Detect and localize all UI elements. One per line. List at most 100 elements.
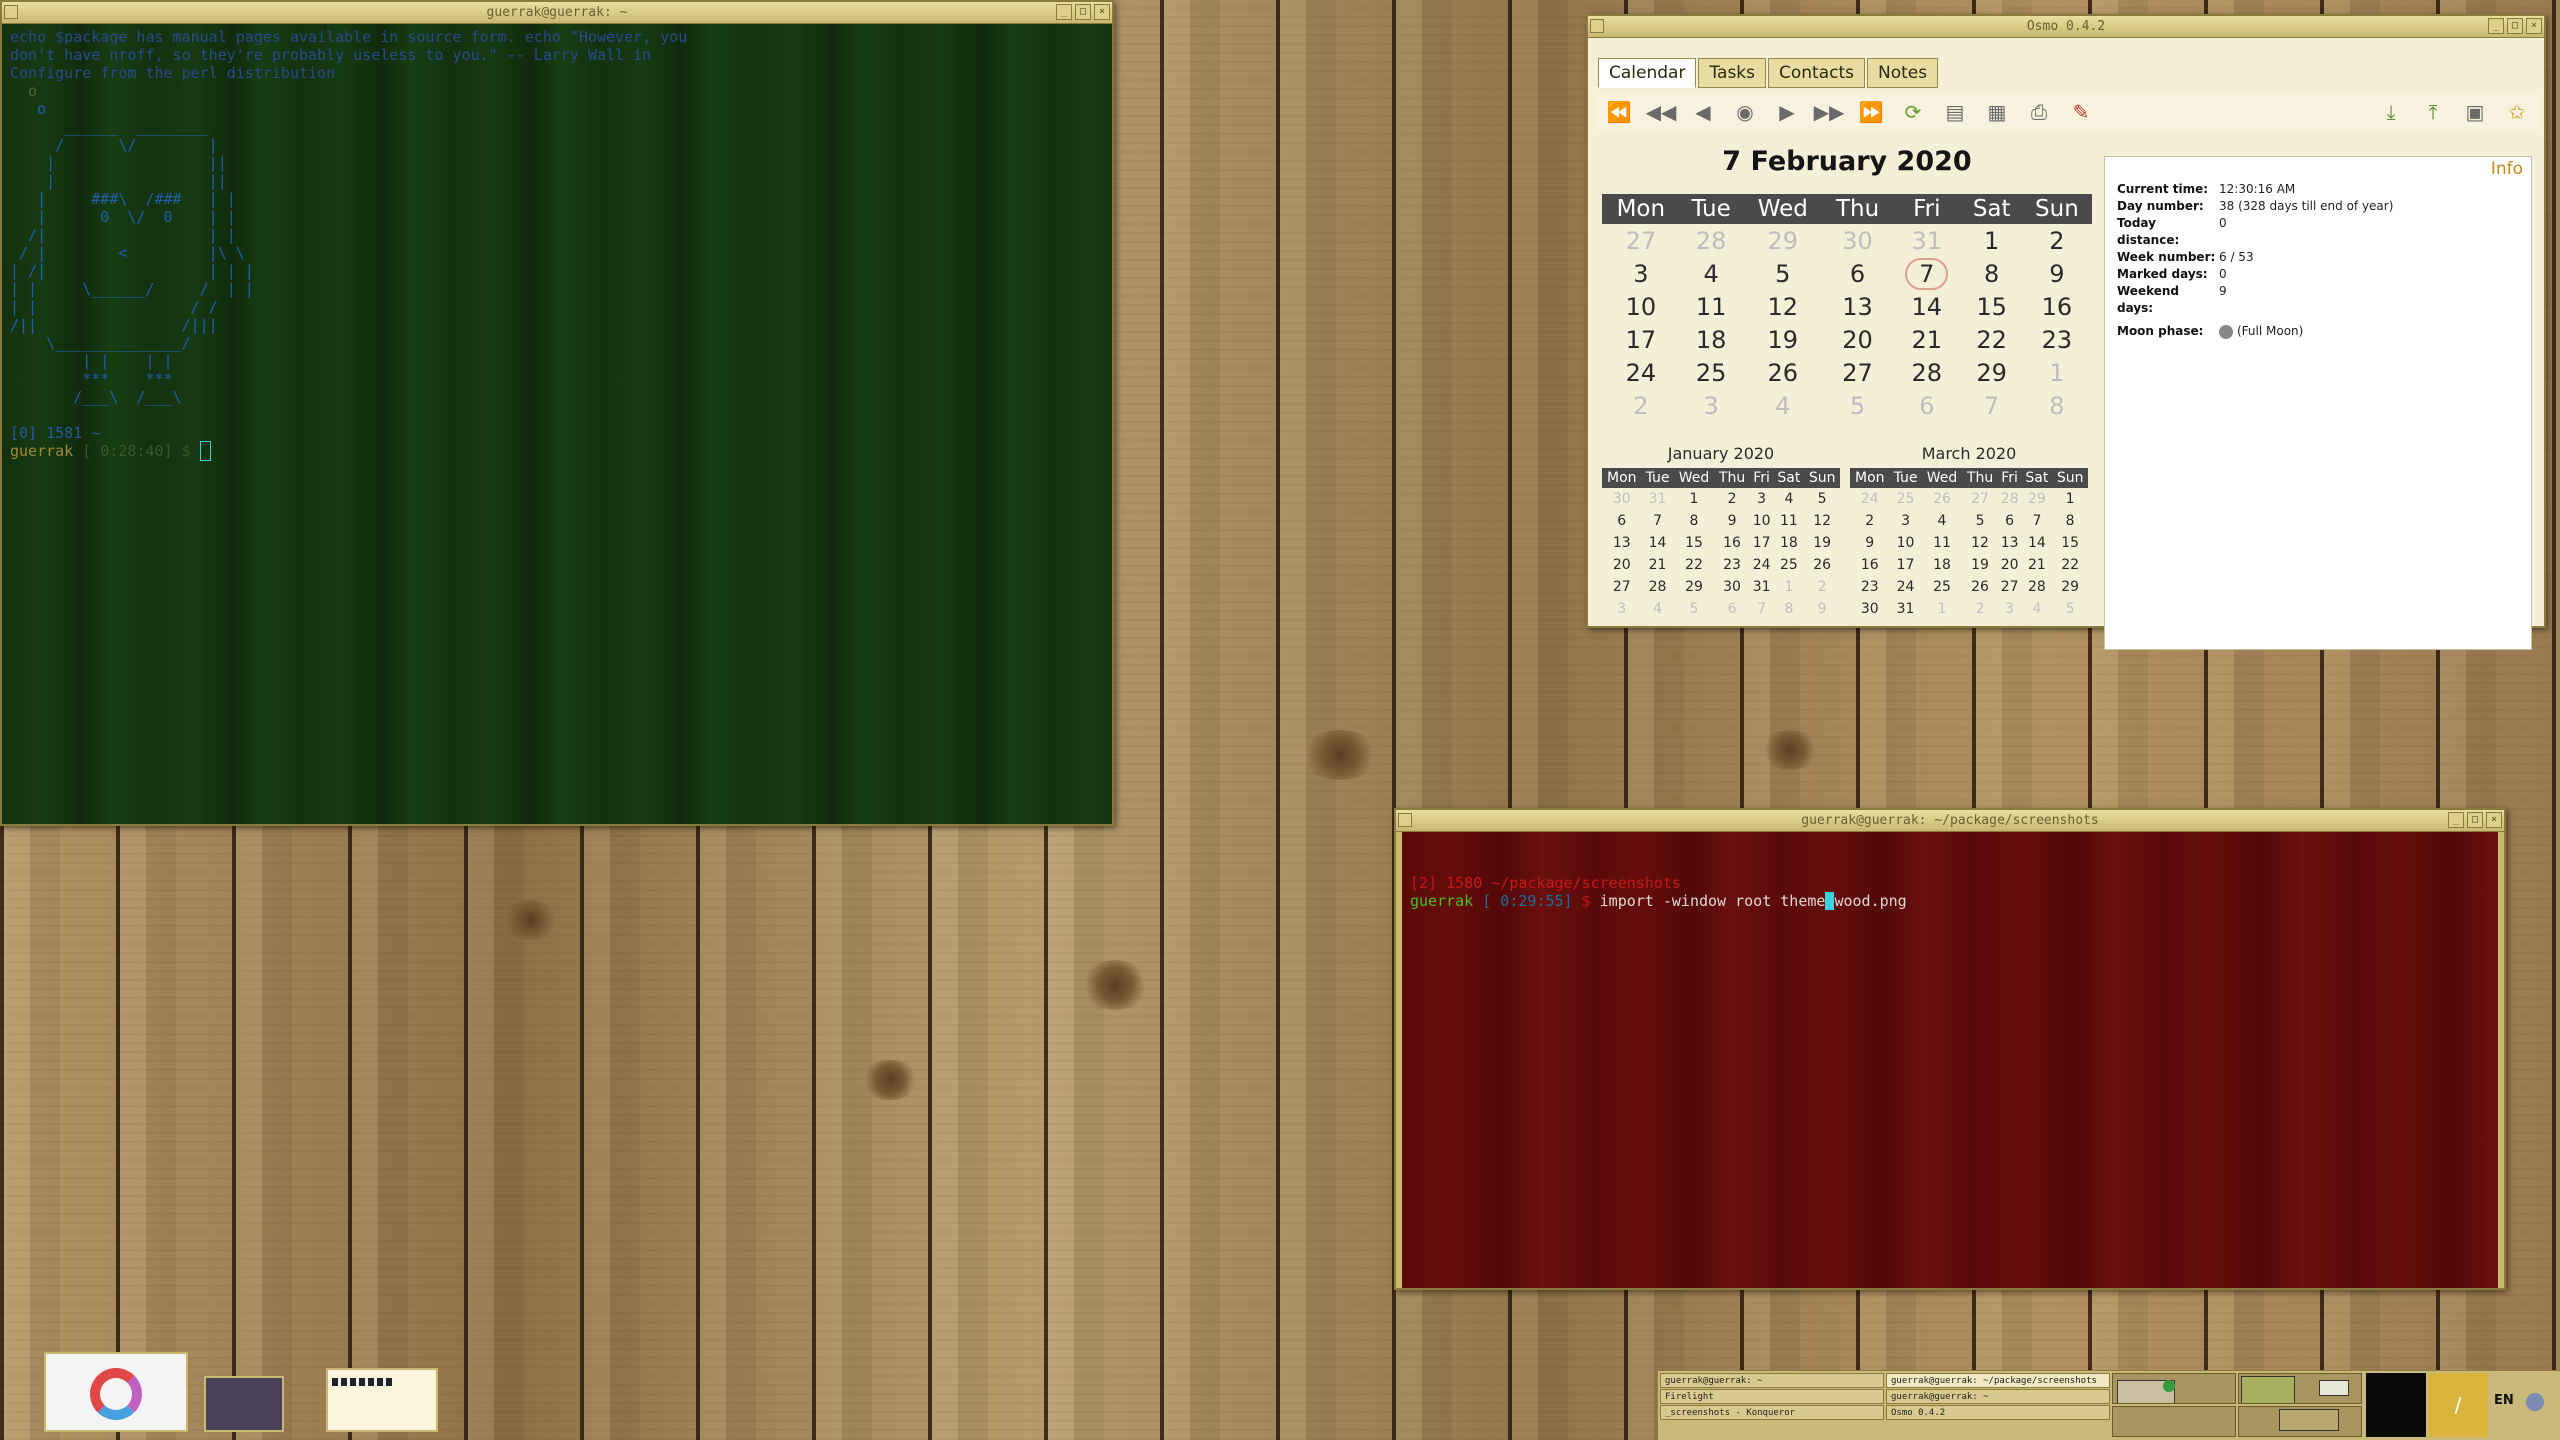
tab-tasks[interactable]: Tasks	[1698, 58, 1766, 88]
close-button[interactable]: ×	[1094, 4, 1110, 20]
calendar-day[interactable]: 29	[2052, 576, 2088, 598]
calendar-day[interactable]: 19	[1962, 554, 1997, 576]
calendar-day[interactable]: 7	[1750, 598, 1774, 620]
calendar-day[interactable]: 5	[1743, 257, 1823, 290]
calendar-day[interactable]: 14	[1642, 532, 1674, 554]
window-menu-button[interactable]	[1398, 813, 1412, 827]
terminal-window-screenshots[interactable]: guerrak@guerrak: ~/package/screenshots _…	[1394, 808, 2506, 1290]
export-icon[interactable]: ⤒	[2419, 98, 2447, 126]
calendar-day[interactable]: 29	[1674, 576, 1715, 598]
calendar-day[interactable]: 10	[1602, 290, 1680, 323]
tray-clock-icon[interactable]: /	[2428, 1373, 2488, 1437]
keyboard-layout-indicator[interactable]: EN	[2494, 1393, 2514, 1408]
calendar-day[interactable]: 8	[2022, 389, 2092, 422]
calendar-day[interactable]: 13	[1602, 532, 1642, 554]
calendar-day[interactable]: 26	[1804, 554, 1840, 576]
calendar-day[interactable]: 30	[1823, 224, 1892, 257]
calendar-day[interactable]: 10	[1890, 532, 1922, 554]
tab-contacts[interactable]: Contacts	[1768, 58, 1865, 88]
calendar-day[interactable]: 29	[2022, 488, 2053, 510]
calendar-day[interactable]: 8	[1674, 510, 1715, 532]
desktop-icon-window[interactable]	[204, 1376, 284, 1432]
minimize-button[interactable]: _	[2448, 812, 2464, 828]
calendar-day[interactable]: 11	[1774, 510, 1805, 532]
prev-month-icon[interactable]: ◀◀	[1646, 98, 1677, 126]
print-icon[interactable]: ⎙	[2025, 98, 2053, 126]
calendar-day[interactable]: 26	[1922, 488, 1963, 510]
terminal-window-home[interactable]: guerrak@guerrak: ~ _ □ × echo $package h…	[0, 0, 1114, 826]
calendar-day[interactable]: 11	[1680, 290, 1743, 323]
calendar-day[interactable]: 28	[1642, 576, 1674, 598]
calendar-app-window[interactable]: Osmo 0.4.2 _ □ × Calendar Tasks Contacts…	[1586, 14, 2546, 650]
calendar-day[interactable]: 24	[1850, 488, 1890, 510]
calendar-day[interactable]: 25	[1890, 488, 1922, 510]
calendar-day[interactable]: 1	[1922, 598, 1963, 620]
calendar-day[interactable]: 28	[2022, 576, 2053, 598]
calendar-day[interactable]: 29	[1743, 224, 1823, 257]
calendar-day[interactable]: 30	[1714, 576, 1749, 598]
calendar-day[interactable]: 3	[1750, 488, 1774, 510]
calendar-day[interactable]: 29	[1961, 356, 2021, 389]
calendar-day[interactable]: 26	[1962, 576, 1997, 598]
calendar-day[interactable]: 2	[1850, 510, 1890, 532]
calendar-day[interactable]: 2	[2022, 224, 2092, 257]
task-item[interactable]: _screenshots - Konqueror	[1660, 1405, 1884, 1420]
maximize-button[interactable]: □	[2507, 18, 2523, 34]
window-menu-button[interactable]	[4, 5, 18, 19]
minimize-button[interactable]: _	[1056, 4, 1072, 20]
task-item[interactable]: Osmo 0.4.2	[1886, 1405, 2110, 1420]
calendar-day[interactable]: 25	[1680, 356, 1743, 389]
tray-monitor[interactable]	[2366, 1373, 2426, 1437]
calendar-day[interactable]: 2	[1714, 488, 1749, 510]
calendar-day[interactable]: 3	[1602, 598, 1642, 620]
calendar-day[interactable]: 17	[1750, 532, 1774, 554]
calendar-day[interactable]: 2	[1804, 576, 1840, 598]
minimize-button[interactable]: _	[2488, 18, 2504, 34]
calendar-day[interactable]: 6	[1602, 510, 1642, 532]
calendar-day[interactable]: 22	[1961, 323, 2021, 356]
calendar-day[interactable]: 3	[1998, 598, 2022, 620]
calendar-day[interactable]: 5	[1674, 598, 1715, 620]
calendar-day[interactable]: 21	[1642, 554, 1674, 576]
calendar-day[interactable]: 7	[2022, 510, 2053, 532]
prev-day-icon[interactable]: ◀	[1689, 98, 1717, 126]
task-item[interactable]: guerrak@guerrak: ~	[1660, 1373, 1884, 1388]
import-icon[interactable]: ⤓	[2377, 98, 2405, 126]
calendar-day[interactable]: 8	[2052, 510, 2088, 532]
calendar-day[interactable]: 1	[1674, 488, 1715, 510]
calendar-day[interactable]: 11	[1922, 532, 1963, 554]
pager-desktop-1[interactable]	[2112, 1373, 2236, 1404]
next-day-icon[interactable]: ▶	[1773, 98, 1801, 126]
calendar-day[interactable]: 8	[1961, 257, 2021, 290]
calendar-day[interactable]: 20	[1823, 323, 1892, 356]
calendar-day[interactable]: 9	[2022, 257, 2092, 290]
calendar-day[interactable]: 19	[1804, 532, 1840, 554]
calendar-day[interactable]: 6	[1892, 389, 1961, 422]
desktop-icon-document[interactable]	[326, 1368, 438, 1432]
task-item[interactable]: guerrak@guerrak: ~	[1886, 1389, 2110, 1404]
calendar-day[interactable]: 6	[1823, 257, 1892, 290]
titlebar[interactable]: Osmo 0.4.2 _ □ ×	[1588, 16, 2544, 38]
calendar-day[interactable]: 5	[2052, 598, 2088, 620]
calendar-day[interactable]: 6	[1714, 598, 1749, 620]
calendar-day[interactable]: 8	[1774, 598, 1805, 620]
day-notes-icon[interactable]: ▦	[1983, 98, 2011, 126]
calendar-day[interactable]: 30	[1602, 488, 1642, 510]
calendar-day[interactable]: 18	[1774, 532, 1805, 554]
calendar-day[interactable]: 5	[1823, 389, 1892, 422]
calendar-day[interactable]: 18	[1680, 323, 1743, 356]
about-icon[interactable]: ✩	[2503, 98, 2531, 126]
calendar-day[interactable]: 10	[1750, 510, 1774, 532]
pager-desktop-4[interactable]	[2238, 1406, 2362, 1437]
preferences-icon[interactable]: ▣	[2461, 98, 2489, 126]
calendar-day[interactable]: 2	[1602, 389, 1680, 422]
task-item[interactable]: Firelight	[1660, 1389, 1884, 1404]
calendar-day[interactable]: 2	[1962, 598, 1997, 620]
calendar-day[interactable]: 31	[1750, 576, 1774, 598]
calendar-day[interactable]: 23	[1850, 576, 1890, 598]
calendar-day[interactable]: 4	[2022, 598, 2053, 620]
titlebar[interactable]: guerrak@guerrak: ~/package/screenshots _…	[1396, 810, 2504, 832]
edit-day-note-icon[interactable]: ✎	[2067, 98, 2095, 126]
calendar-day[interactable]: 22	[1674, 554, 1715, 576]
next-year-icon[interactable]: ⏩	[1857, 98, 1885, 126]
